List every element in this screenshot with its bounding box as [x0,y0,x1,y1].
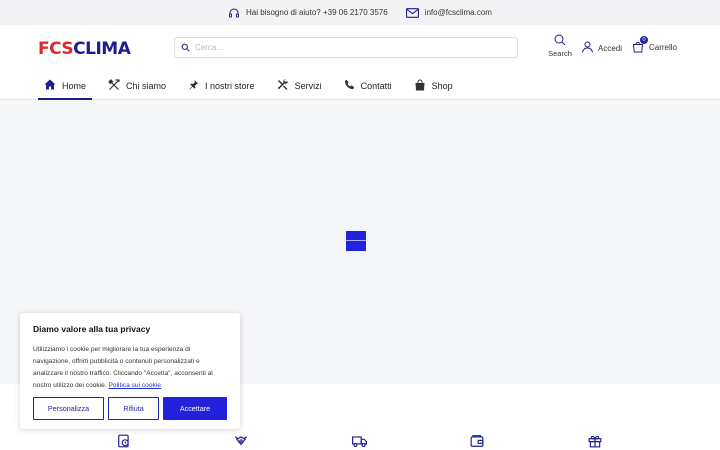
accept-button[interactable]: Accettare [163,397,227,420]
nav-label: Servizi [294,80,322,91]
nav-label: Contatti [360,80,392,91]
cookie-consent-dialog: Diamo valore alla tua privacy Utilizziam… [20,313,240,429]
delivery-truck-icon [352,434,367,448]
header-search-label: Search [548,49,572,58]
email-link[interactable]: info@fcsclima.com [425,8,492,17]
nav-label: Chi siamo [126,80,167,91]
nav-item-i-nostri-store[interactable]: I nostri store [182,71,261,100]
wallet-icon [470,434,484,448]
header-search-button[interactable]: Search [546,34,574,58]
nav-label: Shop [431,80,453,91]
search-box [174,37,518,58]
tag-clock-icon [117,434,131,448]
logo-clima: CLIMA [73,39,131,59]
wrench-screwdriver-icon [277,78,289,93]
login-label: Accedi [598,43,623,53]
nav-item-home[interactable]: Home [38,71,93,100]
logo-fcs: FCS [38,39,74,59]
cart-label: Carrello [649,42,678,52]
cart-count-badge: 0 [640,36,648,44]
customize-button[interactable]: Personalizza [33,397,104,420]
search-input[interactable] [195,43,495,52]
nav-item-contatti[interactable]: Contatti [338,71,398,100]
cart-icon: 0 [632,36,648,53]
nav-item-chi-siamo[interactable]: Chi siamo [102,71,172,100]
nav-label: Home [62,80,87,91]
cookie-title: Diamo valore alla tua privacy [33,324,151,334]
headset-icon [228,7,240,19]
cookie-body: Utilizziamo i cookie per migliorare la t… [33,344,227,392]
user-icon [582,41,593,55]
pin-icon [188,79,199,92]
search-icon [546,34,574,46]
nav-label: I nostri store [205,80,255,91]
home-icon [44,79,56,92]
shopping-bag-icon [414,79,426,93]
cookie-policy-link[interactable]: Politica sui cookie [109,382,161,389]
loading-spinner [346,231,366,251]
site-header: FCSCLIMA Search Accedi 0 Carrello Home [0,25,720,100]
gift-icon [588,434,602,448]
main-nav: Home Chi siamo I nostri store Servizi Co… [38,71,469,100]
help-text[interactable]: Hai bisogno di aiuto? +39 06 2170 3576 [246,8,388,17]
mail-icon [405,7,419,18]
tools-icon [108,78,120,93]
search-icon [181,39,190,57]
cookie-buttons: Personalizza Rifiuta Accettare [33,397,227,420]
logo[interactable]: FCSCLIMA [38,39,131,59]
top-bar: Hai bisogno di aiuto? +39 06 2170 3576 i… [0,0,720,25]
nav-item-servizi[interactable]: Servizi [271,71,328,100]
reject-button[interactable]: Rifiuta [108,397,159,420]
handshake-icon [234,434,248,448]
phone-icon [344,79,355,92]
cart-button[interactable]: 0 Carrello [632,36,678,53]
login-button[interactable]: Accedi [582,41,622,55]
nav-item-shop[interactable]: Shop [408,71,459,100]
